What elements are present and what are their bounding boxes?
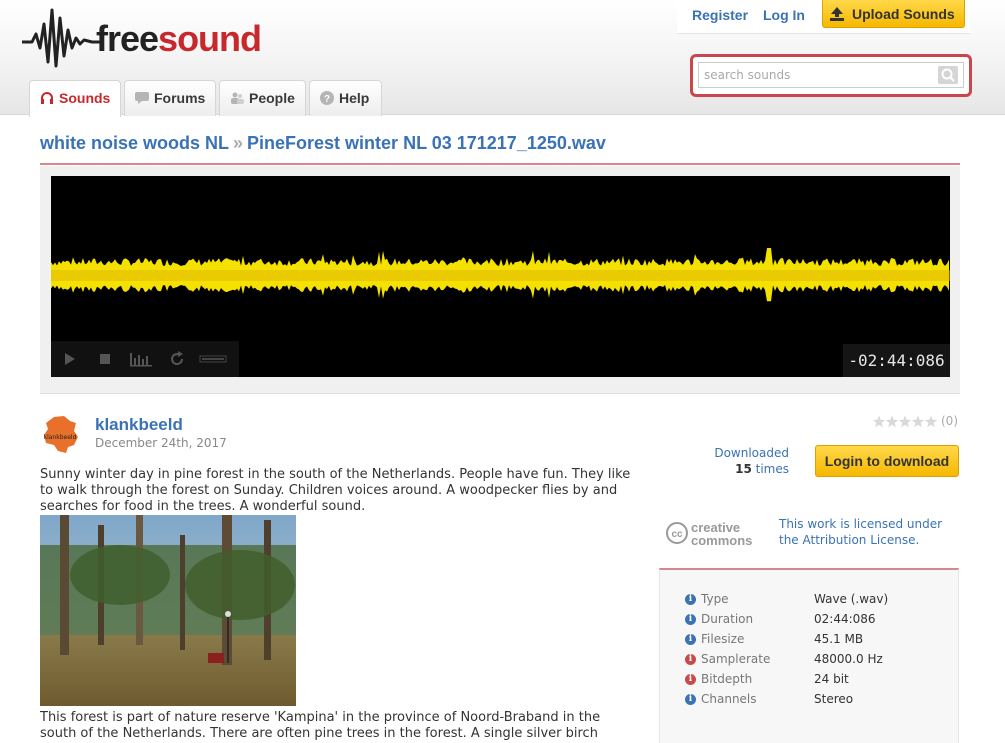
property-value: 48000.0 Hz (814, 652, 883, 666)
login-to-download-button[interactable]: Login to download (815, 445, 959, 477)
upload-sounds-button[interactable]: Upload Sounds (822, 0, 965, 28)
loop-icon[interactable] (169, 351, 185, 367)
logo-sound: sound (158, 18, 262, 59)
play-icon[interactable] (61, 351, 77, 367)
info-icon[interactable]: i (685, 674, 696, 685)
property-label: Filesize (701, 632, 745, 646)
cc-logo-bottom: commons (691, 533, 752, 548)
time-display: -02:44:086 (843, 344, 950, 377)
title-divider (40, 163, 960, 165)
property-label: Type (701, 592, 729, 606)
breadcrumb: white noise woods NL» PineForest winter N… (40, 133, 606, 154)
help-icon: ? (320, 91, 334, 105)
property-row: i Duration 02:44:086 (660, 611, 960, 631)
people-icon (231, 92, 244, 104)
player-controls (51, 341, 239, 377)
freesound-logo[interactable]: freesound (22, 4, 267, 70)
tab-help[interactable]: ? Help (309, 80, 382, 116)
player-container: -02:44:086 (40, 166, 960, 394)
property-value: 45.1 MB (814, 632, 864, 646)
property-label: Channels (701, 692, 757, 706)
sound-properties: i Type Wave (.wav) i Duration 02:44:086 i Files… (659, 568, 959, 743)
downloaded-label: Downloaded (714, 446, 789, 460)
rating-star-icon[interactable] (898, 415, 912, 428)
upload-arrow-icon (830, 7, 844, 21)
account-links: Register Log In Upload Sounds (677, 0, 970, 34)
sound-title[interactable]: PineForest winter NL 03 171217_1250.wav (247, 133, 606, 153)
property-value: 24 bit (814, 672, 849, 686)
info-icon[interactable]: i (685, 634, 696, 645)
headphones-icon (41, 92, 53, 104)
property-row: i Bitdepth 24 bit (660, 671, 960, 691)
rating-star-icon[interactable] (885, 415, 899, 428)
pack-link[interactable]: white noise woods NL (40, 133, 229, 153)
tab-sounds[interactable]: Sounds (29, 80, 121, 117)
rating-count: (0) (941, 414, 958, 428)
property-label: Bitdepth (701, 672, 753, 686)
info-icon[interactable]: i (685, 694, 696, 705)
breadcrumb-separator: » (233, 133, 244, 153)
property-value: Wave (.wav) (814, 592, 889, 606)
rating-star-icon[interactable] (911, 415, 925, 428)
property-row: i Filesize 45.1 MB (660, 631, 960, 651)
description-paragraph: Sunny winter day in pine forest in the s… (40, 467, 631, 514)
tab-sounds-label: Sounds (59, 90, 111, 106)
property-label: Duration (701, 612, 754, 626)
info-icon[interactable]: i (685, 594, 696, 605)
spectrogram-toggle-icon[interactable] (129, 351, 153, 367)
site-header: freesound Register Log In Upload Sounds … (0, 0, 1005, 117)
property-row: i Samplerate 48000.0 Hz (660, 651, 960, 671)
rating-star-icon[interactable] (924, 415, 938, 428)
svg-text:?: ? (324, 94, 330, 105)
tab-people[interactable]: People (219, 80, 306, 116)
upload-sounds-label: Upload Sounds (852, 6, 955, 22)
avatar[interactable]: klankbeeld (40, 415, 80, 455)
description-paragraph-2: This forest is part of nature reserve 'K… (40, 710, 601, 741)
license-link[interactable]: This work is licensed under the Attribut… (779, 516, 959, 548)
speech-bubble-icon (135, 92, 149, 104)
author-name[interactable]: klankbeeld (95, 415, 183, 435)
avatar-text: klankbeeld (44, 434, 77, 441)
register-link[interactable]: Register (692, 7, 748, 23)
tab-help-label: Help (339, 90, 370, 106)
logo-wordmark: freesound (96, 18, 262, 60)
forest-photo (40, 515, 296, 706)
tab-people-label: People (249, 90, 295, 106)
svg-text:cc: cc (671, 529, 683, 540)
rating-star-icon[interactable] (872, 415, 886, 428)
search-icon[interactable] (938, 66, 958, 84)
info-icon[interactable]: i (685, 654, 696, 665)
property-value: 02:44:086 (814, 612, 876, 626)
property-row: i Channels Stereo (660, 691, 960, 711)
waveform-player[interactable]: -02:44:086 (51, 176, 950, 377)
logo-free: free (96, 18, 159, 59)
property-value: Stereo (814, 692, 854, 706)
property-row: i Type Wave (.wav) (660, 591, 960, 611)
waveform-core (51, 270, 950, 281)
property-label: Samplerate (701, 652, 771, 666)
download-count: Downloaded 15 times (700, 445, 789, 477)
stop-icon[interactable] (97, 351, 113, 367)
tab-forums-label: Forums (154, 90, 206, 106)
tab-forums[interactable]: Forums (124, 80, 216, 116)
upload-date: December 24th, 2017 (95, 436, 227, 450)
info-icon[interactable]: i (685, 614, 696, 625)
waveform-logo-icon (22, 8, 102, 68)
search-input[interactable] (698, 62, 964, 88)
volume-slider-icon[interactable] (199, 351, 227, 367)
downloaded-suffix: times (755, 462, 789, 476)
downloaded-number: 15 (735, 462, 752, 476)
search-box (690, 54, 972, 97)
creative-commons-logo[interactable]: cc creative commons (665, 518, 765, 548)
login-link[interactable]: Log In (763, 7, 805, 23)
